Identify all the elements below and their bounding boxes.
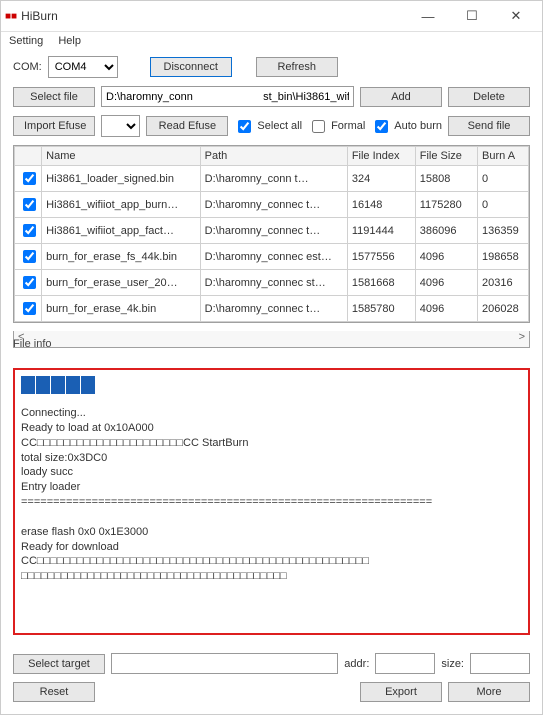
app-body: COM: COM4 Disconnect Refresh Select file… — [1, 50, 542, 714]
close-button[interactable]: ✕ — [494, 2, 538, 30]
file-row: Select file Add Delete — [13, 86, 530, 107]
row-name: Hi3861_wifiiot_app_fact… — [42, 218, 201, 244]
row-burn: 20316 — [478, 270, 529, 296]
row-check[interactable] — [15, 244, 42, 270]
add-button[interactable]: Add — [360, 87, 442, 107]
row-path: D:\haromny_conn t… — [200, 166, 347, 192]
row-path: D:\haromny_connec st… — [200, 270, 347, 296]
row-name: burn_for_erase_4k.bin — [42, 296, 201, 322]
size-input[interactable] — [470, 653, 530, 674]
row-name: burn_for_erase_user_20… — [42, 270, 201, 296]
table-row[interactable]: burn_for_erase_fs_44k.binD:\haromny_conn… — [15, 244, 529, 270]
file-table: Name Path File Index File Size Burn A Hi… — [13, 145, 530, 323]
row-check[interactable] — [15, 218, 42, 244]
row-index: 1581668 — [347, 270, 415, 296]
file-path-input[interactable] — [101, 86, 354, 107]
table-row[interactable]: burn_for_erase_user_20…D:\haromny_connec… — [15, 270, 529, 296]
table-header-row: Name Path File Index File Size Burn A — [15, 147, 529, 166]
delete-button[interactable]: Delete — [448, 87, 530, 107]
row-burn: 206028 — [478, 296, 529, 322]
refresh-button[interactable]: Refresh — [256, 57, 338, 77]
table-row[interactable]: burn_for_erase_4k.binD:\haromny_connec t… — [15, 296, 529, 322]
row-check[interactable] — [15, 296, 42, 322]
table-row[interactable]: Hi3861_wifiiot_app_fact…D:\haromny_conne… — [15, 218, 529, 244]
read-efuse-button[interactable]: Read Efuse — [146, 116, 228, 136]
th-check — [15, 147, 42, 166]
row-size: 15808 — [415, 166, 477, 192]
formal-box[interactable] — [312, 120, 325, 133]
th-burn: Burn A — [478, 147, 529, 166]
com-label: COM: — [13, 61, 42, 73]
window-buttons: — ☐ ✕ — [406, 2, 538, 30]
more-button[interactable]: More — [448, 682, 530, 702]
select-all-checkbox[interactable]: Select all — [234, 117, 302, 136]
com-select[interactable]: COM4 — [48, 56, 118, 78]
send-file-button[interactable]: Send file — [448, 116, 530, 136]
addr-label: addr: — [344, 658, 369, 670]
row-burn: 0 — [478, 166, 529, 192]
row-burn: 136359 — [478, 218, 529, 244]
select-target-button[interactable]: Select target — [13, 654, 105, 674]
th-index: File Index — [347, 147, 415, 166]
titlebar: ■■ HiBurn — ☐ ✕ — [1, 1, 542, 32]
menu-setting[interactable]: Setting — [9, 35, 43, 47]
row-check[interactable] — [15, 192, 42, 218]
app-icon: ■■ — [5, 11, 17, 22]
app-window: ■■ HiBurn — ☐ ✕ Setting Help COM: COM4 D… — [0, 0, 543, 715]
th-size: File Size — [415, 147, 477, 166]
row-index: 1585780 — [347, 296, 415, 322]
maximize-button[interactable]: ☐ — [450, 2, 494, 30]
addr-input[interactable] — [375, 653, 435, 674]
export-button[interactable]: Export — [360, 682, 442, 702]
row-name: Hi3861_wifiiot_app_burn… — [42, 192, 201, 218]
com-row: COM: COM4 Disconnect Refresh — [13, 56, 530, 78]
row-size: 4096 — [415, 244, 477, 270]
row-size: 4096 — [415, 296, 477, 322]
table-row[interactable]: Hi3861_wifiiot_app_burn…D:\haromny_conne… — [15, 192, 529, 218]
reset-button[interactable]: Reset — [13, 682, 95, 702]
th-path: Path — [200, 147, 347, 166]
log-title: File info — [13, 338, 530, 350]
row-path: D:\haromny_connec t… — [200, 218, 347, 244]
minimize-button[interactable]: — — [406, 2, 450, 30]
th-name: Name — [42, 147, 201, 166]
row-check[interactable] — [15, 166, 42, 192]
menubar: Setting Help — [1, 32, 542, 50]
size-label: size: — [441, 658, 464, 670]
row-check[interactable] — [15, 270, 42, 296]
bottom-section: Select target addr: size: Reset Export M… — [13, 653, 530, 702]
formal-checkbox[interactable]: Formal — [308, 117, 365, 136]
log-area: Connecting... Ready to load at 0x10A000 … — [13, 368, 530, 635]
row-index: 1577556 — [347, 244, 415, 270]
table-row[interactable]: Hi3861_loader_signed.binD:\haromny_conn … — [15, 166, 529, 192]
disconnect-button[interactable]: Disconnect — [150, 57, 232, 77]
row-index: 324 — [347, 166, 415, 192]
row-path: D:\haromny_connec est… — [200, 244, 347, 270]
menu-help[interactable]: Help — [58, 35, 81, 47]
progress-bar — [21, 376, 522, 394]
row-index: 1191444 — [347, 218, 415, 244]
select-file-button[interactable]: Select file — [13, 87, 95, 107]
row-burn: 198658 — [478, 244, 529, 270]
row-burn: 0 — [478, 192, 529, 218]
autoburn-checkbox[interactable]: Auto burn — [371, 117, 442, 136]
row-name: burn_for_erase_fs_44k.bin — [42, 244, 201, 270]
target-input[interactable] — [111, 653, 338, 674]
row-path: D:\haromny_connec t… — [200, 192, 347, 218]
autoburn-box[interactable] — [375, 120, 388, 133]
app-title: HiBurn — [21, 9, 406, 23]
row-index: 16148 — [347, 192, 415, 218]
efuse-combo[interactable] — [101, 115, 140, 137]
row-size: 1175280 — [415, 192, 477, 218]
select-all-box[interactable] — [238, 120, 251, 133]
row-path: D:\haromny_connec t… — [200, 296, 347, 322]
efuse-row: Import Efuse Read Efuse Select all Forma… — [13, 115, 530, 137]
row-size: 386096 — [415, 218, 477, 244]
import-efuse-button[interactable]: Import Efuse — [13, 116, 95, 136]
log-text: Connecting... Ready to load at 0x10A000 … — [21, 406, 522, 584]
row-name: Hi3861_loader_signed.bin — [42, 166, 201, 192]
row-size: 4096 — [415, 270, 477, 296]
